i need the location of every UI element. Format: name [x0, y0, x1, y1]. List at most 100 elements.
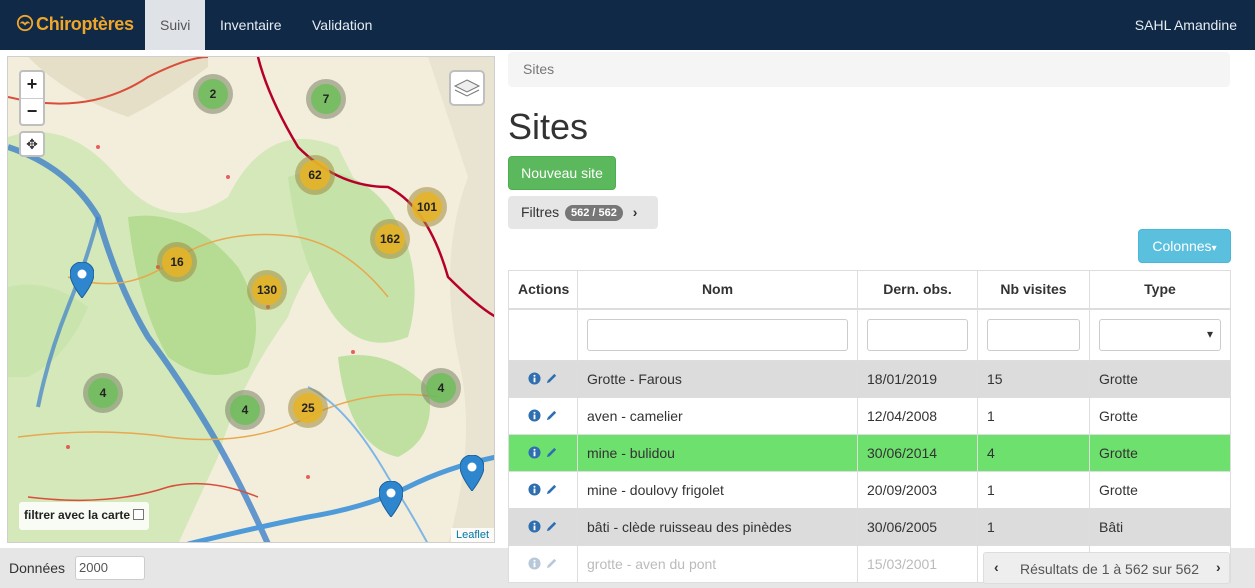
- cell-dern-obs: 12/04/2008: [857, 397, 978, 435]
- cell-nom: grotte - aven du pont: [577, 545, 858, 583]
- pagination-summary: Résultats de 1 à 562 sur 562: [1020, 561, 1200, 577]
- filter-type-select[interactable]: [1099, 318, 1221, 351]
- chevron-right-icon: ›: [632, 204, 638, 220]
- cell-nb-visites: 1: [977, 508, 1090, 546]
- map-filter-control[interactable]: filtrer avec la carte: [19, 502, 150, 530]
- edit-icon[interactable]: [545, 557, 558, 570]
- new-site-button[interactable]: Nouveau site: [508, 156, 616, 190]
- cluster-count: 25: [293, 393, 323, 423]
- nav-item-suivi[interactable]: Suivi: [145, 0, 206, 50]
- cluster-count: 101: [412, 192, 442, 222]
- map-attribution[interactable]: Leaflet: [450, 528, 494, 542]
- cell-dern-obs: 18/01/2019: [857, 360, 978, 398]
- nav-item-validation[interactable]: Validation: [297, 0, 387, 50]
- edit-icon[interactable]: [545, 372, 558, 385]
- map-cluster[interactable]: 16: [157, 242, 197, 282]
- breadcrumb-item[interactable]: Sites: [523, 61, 554, 77]
- table-row[interactable]: bâti - clède ruisseau des pinèdes 30/06/2…: [508, 508, 1231, 546]
- nav-item-inventaire[interactable]: Inventaire: [205, 0, 296, 50]
- map-marker-icon[interactable]: [379, 481, 403, 517]
- cell-nom: bâti - clède ruisseau des pinèdes: [577, 508, 858, 546]
- cell-nb-visites: 1: [977, 471, 1090, 509]
- filter-date-input[interactable]: [867, 318, 968, 351]
- edit-icon[interactable]: [545, 446, 558, 459]
- filters-toggle-button[interactable]: Filtres 562 / 562 ›: [508, 196, 658, 229]
- bat-logo-icon: [16, 14, 34, 32]
- info-icon[interactable]: [528, 520, 541, 533]
- map-cluster[interactable]: 4: [225, 390, 265, 430]
- cluster-count: 2: [198, 79, 228, 109]
- layers-icon: [453, 79, 481, 97]
- table-row[interactable]: mine - bulidou 30/06/2014 4 Grotte: [508, 434, 1231, 472]
- move-icon[interactable]: ✥: [19, 131, 45, 157]
- actions-cell: [508, 471, 578, 509]
- cell-dern-obs: 20/09/2003: [857, 471, 978, 509]
- map-marker-icon[interactable]: [460, 455, 484, 491]
- edit-icon[interactable]: [545, 483, 558, 496]
- cell-nom: aven - camelier: [577, 397, 858, 435]
- prev-page-button[interactable]: ‹: [994, 559, 999, 575]
- filter-visites-input[interactable]: [987, 318, 1080, 351]
- col-header-type[interactable]: Type: [1089, 270, 1231, 310]
- filter-cell-actions: [508, 308, 578, 361]
- col-header-dern-obs[interactable]: Dern. obs.: [857, 270, 978, 310]
- cluster-count: 4: [88, 378, 118, 408]
- nav-label: Inventaire: [220, 17, 282, 33]
- donnees-label: Données: [9, 560, 66, 576]
- cell-dern-obs: 15/03/2001: [857, 545, 978, 583]
- nav-label: Suivi: [160, 17, 191, 33]
- zoom-out-button[interactable]: −: [21, 98, 43, 124]
- filter-cell-visites: [977, 308, 1090, 361]
- edit-icon[interactable]: [545, 409, 558, 422]
- map-cluster[interactable]: 4: [83, 373, 123, 413]
- map-cluster[interactable]: 62: [295, 155, 335, 195]
- filter-cell-type: [1089, 308, 1231, 361]
- filters-count-badge: 562 / 562: [565, 205, 623, 221]
- actions-cell: [508, 360, 578, 398]
- filter-cell-nom: [577, 308, 858, 361]
- zoom-in-button[interactable]: +: [21, 72, 43, 98]
- filter-row: [508, 308, 1231, 361]
- map-cluster[interactable]: 7: [306, 79, 346, 119]
- layers-button[interactable]: [449, 70, 485, 106]
- cluster-count: 16: [162, 247, 192, 277]
- map-marker-icon[interactable]: [70, 262, 94, 298]
- info-icon[interactable]: [528, 483, 541, 496]
- cell-type: Grotte: [1089, 397, 1231, 435]
- col-header-nb-visites[interactable]: Nb visites: [977, 270, 1090, 310]
- cell-type: Grotte: [1089, 360, 1231, 398]
- cluster-count: 130: [252, 275, 282, 305]
- cell-nom: Grotte - Farous: [577, 360, 858, 398]
- table-row[interactable]: mine - doulovy frigolet 20/09/2003 1 Grotte: [508, 471, 1231, 509]
- map-cluster[interactable]: 4: [421, 368, 461, 408]
- map-cluster[interactable]: 25: [288, 388, 328, 428]
- map-cluster[interactable]: 130: [247, 270, 287, 310]
- map-filter-checkbox[interactable]: [133, 509, 145, 520]
- filters-label: Filtres: [521, 204, 560, 220]
- col-header-actions: Actions: [508, 270, 578, 310]
- user-menu[interactable]: SAHL Amandine: [1135, 0, 1237, 50]
- table-row[interactable]: aven - camelier 12/04/2008 1 Grotte: [508, 397, 1231, 435]
- page-title: Sites: [508, 106, 589, 147]
- donnees-input[interactable]: 2000: [75, 556, 145, 580]
- map-cluster[interactable]: 2: [193, 74, 233, 114]
- info-icon[interactable]: [528, 372, 541, 385]
- columns-dropdown-button[interactable]: Colonnes▾: [1138, 229, 1231, 263]
- info-icon[interactable]: [528, 446, 541, 459]
- zoom-control: + −: [19, 70, 45, 126]
- info-icon[interactable]: [528, 557, 541, 570]
- info-icon[interactable]: [528, 409, 541, 422]
- nav-label: Validation: [312, 17, 373, 33]
- map-cluster[interactable]: 101: [407, 187, 447, 227]
- col-header-nom[interactable]: Nom: [577, 270, 858, 310]
- cell-nom: mine - bulidou: [577, 434, 858, 472]
- brand-logo[interactable]: Chiroptères: [16, 14, 134, 35]
- edit-icon[interactable]: [545, 520, 558, 533]
- table-row[interactable]: Grotte - Farous 18/01/2019 15 Grotte: [508, 360, 1231, 398]
- map-cluster[interactable]: 162: [370, 219, 410, 259]
- map-panel[interactable]: + − ✥ 2 7 62 101 162 16 130 4 4 25 4 fil…: [7, 56, 495, 543]
- caret-down-icon: ▾: [1211, 243, 1217, 254]
- cluster-count: 7: [311, 84, 341, 114]
- next-page-button[interactable]: ›: [1216, 559, 1221, 575]
- filter-nom-input[interactable]: [587, 318, 848, 351]
